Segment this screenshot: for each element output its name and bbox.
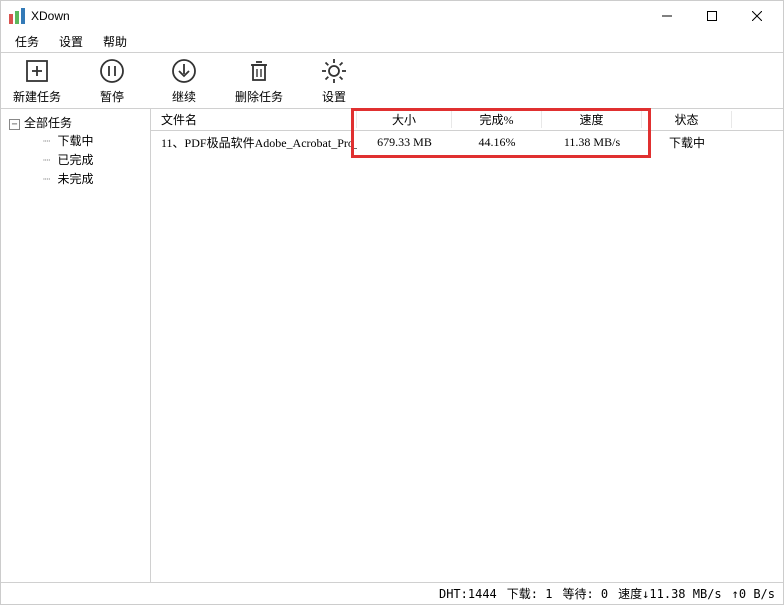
delete-task-button[interactable]: 删除任务 — [231, 54, 287, 107]
new-task-icon — [22, 56, 52, 86]
menu-settings[interactable]: 设置 — [49, 31, 93, 52]
settings-button[interactable]: 设置 — [309, 54, 359, 107]
cell-filename: 11、PDF极品软件Adobe_Acrobat_Pro_... — [157, 134, 357, 151]
pause-button[interactable]: 暂停 — [87, 54, 137, 107]
th-percent[interactable]: 完成% — [452, 111, 542, 128]
menu-tasks[interactable]: 任务 — [5, 31, 49, 52]
window-controls — [644, 2, 779, 30]
cell-percent: 44.16% — [452, 135, 542, 150]
tree-node-incomplete[interactable]: ┈ 未完成 — [37, 169, 148, 188]
th-speed[interactable]: 速度 — [542, 111, 642, 128]
maximize-button[interactable] — [689, 2, 734, 30]
gear-icon — [319, 56, 349, 86]
status-waiting: 等待: 0 — [562, 585, 608, 602]
resume-button[interactable]: 继续 — [159, 54, 209, 107]
tree-node-downloading[interactable]: ┈ 下载中 — [37, 131, 148, 150]
window-title: XDown — [31, 9, 644, 23]
status-up-speed: 0 B/s — [739, 587, 775, 601]
pause-icon — [97, 56, 127, 86]
settings-label: 设置 — [322, 88, 346, 105]
status-speed-group: 速度↓11.38 MB/s — [618, 585, 722, 602]
cell-speed: 11.38 MB/s — [542, 135, 642, 150]
menubar: 任务 设置 帮助 — [1, 31, 783, 53]
resume-icon — [169, 56, 199, 86]
tree-root-all-tasks[interactable]: −全部任务 ┈ 下载中 ┈ 已完成 ┈ 未完成 — [3, 113, 148, 189]
pause-label: 暂停 — [100, 88, 124, 105]
resume-label: 继续 — [172, 88, 196, 105]
statusbar: DHT:1444 下载: 1 等待: 0 速度↓11.38 MB/s ↑0 B/… — [1, 582, 783, 604]
status-speed-label: 速度 — [618, 587, 642, 601]
status-dht: DHT:1444 — [439, 587, 497, 601]
app-icon — [9, 8, 25, 24]
titlebar: XDown — [1, 1, 783, 31]
task-list: 文件名 大小 完成% 速度 状态 11、PDF极品软件Adobe_Acrobat… — [151, 109, 783, 582]
table-row[interactable]: 11、PDF极品软件Adobe_Acrobat_Pro_... 679.33 M… — [151, 131, 783, 153]
new-task-button[interactable]: 新建任务 — [9, 54, 65, 107]
sidebar: −全部任务 ┈ 下载中 ┈ 已完成 ┈ 未完成 — [1, 109, 151, 582]
minimize-button[interactable] — [644, 2, 689, 30]
th-state[interactable]: 状态 — [642, 111, 732, 128]
tree-node-completed[interactable]: ┈ 已完成 — [37, 150, 148, 169]
up-arrow-icon: ↑ — [732, 587, 739, 601]
cell-size: 679.33 MB — [357, 135, 452, 150]
status-down-speed: 11.38 MB/s — [649, 587, 721, 601]
status-up-group: ↑0 B/s — [732, 587, 775, 601]
trash-icon — [244, 56, 274, 86]
th-size[interactable]: 大小 — [357, 111, 452, 128]
toolbar: 新建任务 暂停 继续 删除任务 设置 — [1, 53, 783, 109]
tree-root-label: 全部任务 — [24, 116, 72, 130]
new-task-label: 新建任务 — [13, 88, 61, 105]
table-header: 文件名 大小 完成% 速度 状态 — [151, 109, 783, 131]
close-button[interactable] — [734, 2, 779, 30]
main-area: −全部任务 ┈ 下载中 ┈ 已完成 ┈ 未完成 文件名 大小 完成% 速度 状态… — [1, 109, 783, 582]
status-downloading: 下载: 1 — [507, 585, 553, 602]
cell-state: 下载中 — [642, 134, 732, 151]
tree-collapse-icon[interactable]: − — [9, 119, 20, 130]
menu-help[interactable]: 帮助 — [93, 31, 137, 52]
th-filename[interactable]: 文件名 — [157, 111, 357, 128]
delete-label: 删除任务 — [235, 88, 283, 105]
